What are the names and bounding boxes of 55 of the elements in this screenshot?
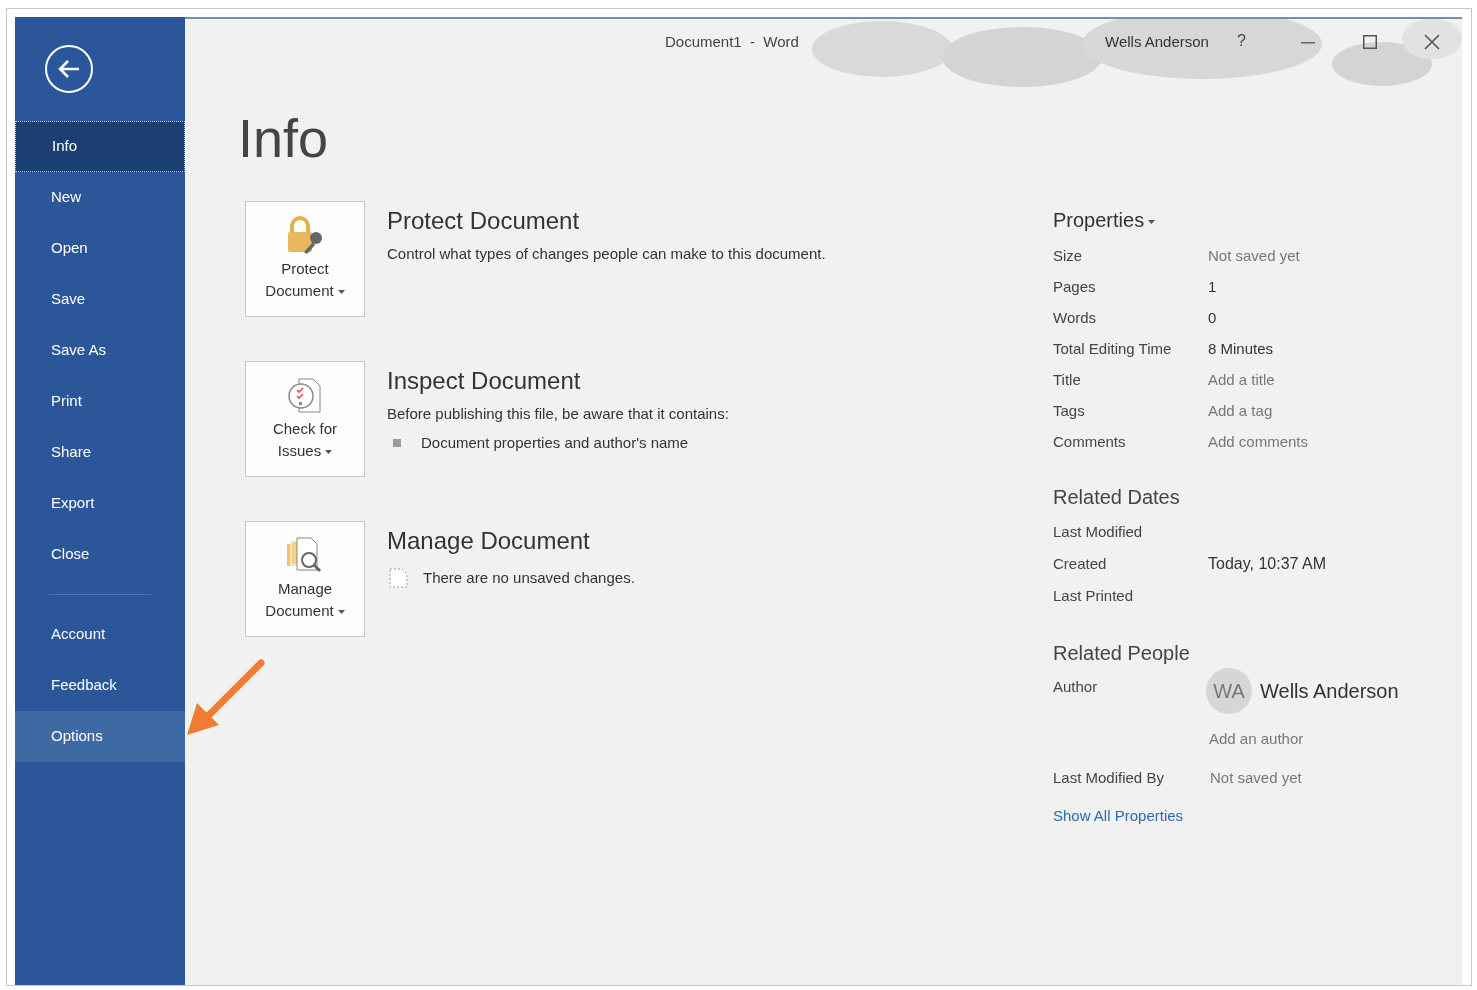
property-label: Last Printed: [1053, 585, 1135, 606]
property-value[interactable]: Add comments: [1208, 431, 1309, 454]
window-title: Document1 - Word: [665, 32, 799, 52]
author-name[interactable]: Wells Anderson: [1260, 676, 1399, 706]
caret-icon: [1148, 219, 1156, 224]
property-label: Comments: [1053, 432, 1127, 453]
caret-icon: [337, 610, 345, 615]
back-button[interactable]: [45, 45, 93, 93]
note-text: There are no unsaved changes.: [423, 568, 635, 588]
property-value[interactable]: Not saved yet: [1208, 245, 1300, 268]
property-value[interactable]: Add a title: [1208, 369, 1275, 392]
property-label: Author: [1053, 677, 1099, 697]
property-value: 1: [1208, 277, 1217, 298]
add-author-field[interactable]: Add an author: [1209, 728, 1399, 751]
document-outline-icon: [387, 568, 409, 589]
property-label: Title: [1053, 370, 1082, 391]
section-title: Protect Document: [387, 206, 581, 236]
help-button[interactable]: ?: [1237, 29, 1246, 53]
section-title: Inspect Document: [387, 366, 582, 396]
property-value[interactable]: Add a tag: [1208, 400, 1273, 423]
property-value: Today, 10:37 AM: [1208, 554, 1326, 574]
back-arrow-icon: [58, 60, 80, 78]
property-label: Words: [1053, 308, 1098, 329]
maximize-icon: [1363, 35, 1377, 49]
close-icon: [1424, 34, 1440, 50]
property-label: Pages: [1053, 277, 1097, 298]
page-title: Info: [238, 111, 330, 165]
section-heading: Related People: [1053, 641, 1191, 666]
property-label: Tags: [1053, 401, 1086, 422]
property-label: Last Modified: [1053, 521, 1144, 542]
section-heading: Related Dates: [1053, 485, 1181, 510]
property-value: 8 Minutes: [1208, 339, 1274, 360]
section-description: Control what types of changes people can make to this document.: [387, 244, 826, 264]
user-name[interactable]: Wells Anderson: [1105, 31, 1209, 54]
caret-icon: [337, 290, 345, 295]
action-button[interactable]: Check for Issues: [245, 361, 365, 477]
nav-item[interactable]: Options: [15, 711, 185, 762]
show-all-properties-link[interactable]: Show All Properties: [1053, 805, 1399, 828]
action-button[interactable]: Protect Document: [245, 201, 365, 317]
property-value: 0: [1208, 308, 1217, 329]
property-value: Not saved yet: [1210, 767, 1302, 788]
section-description: Before publishing this file, be aware that it contains:: [387, 404, 729, 424]
action-button[interactable]: Manage Document: [245, 521, 365, 637]
property-label: Last Modified By: [1053, 767, 1165, 788]
property-label: Created: [1053, 553, 1108, 574]
minimize-icon: [1301, 42, 1315, 44]
section-title: Manage Document: [387, 526, 591, 556]
property-label: Total Editing Time: [1053, 339, 1173, 360]
caret-icon: [325, 450, 333, 455]
property-label: Size: [1053, 246, 1084, 267]
avatar: WA: [1206, 668, 1252, 714]
properties-dropdown[interactable]: Properties: [1053, 205, 1156, 235]
bullet-text: Document properties and author's name: [421, 432, 689, 453]
nav-item[interactable]: Info: [15, 121, 185, 172]
bullet-icon: [393, 438, 401, 447]
